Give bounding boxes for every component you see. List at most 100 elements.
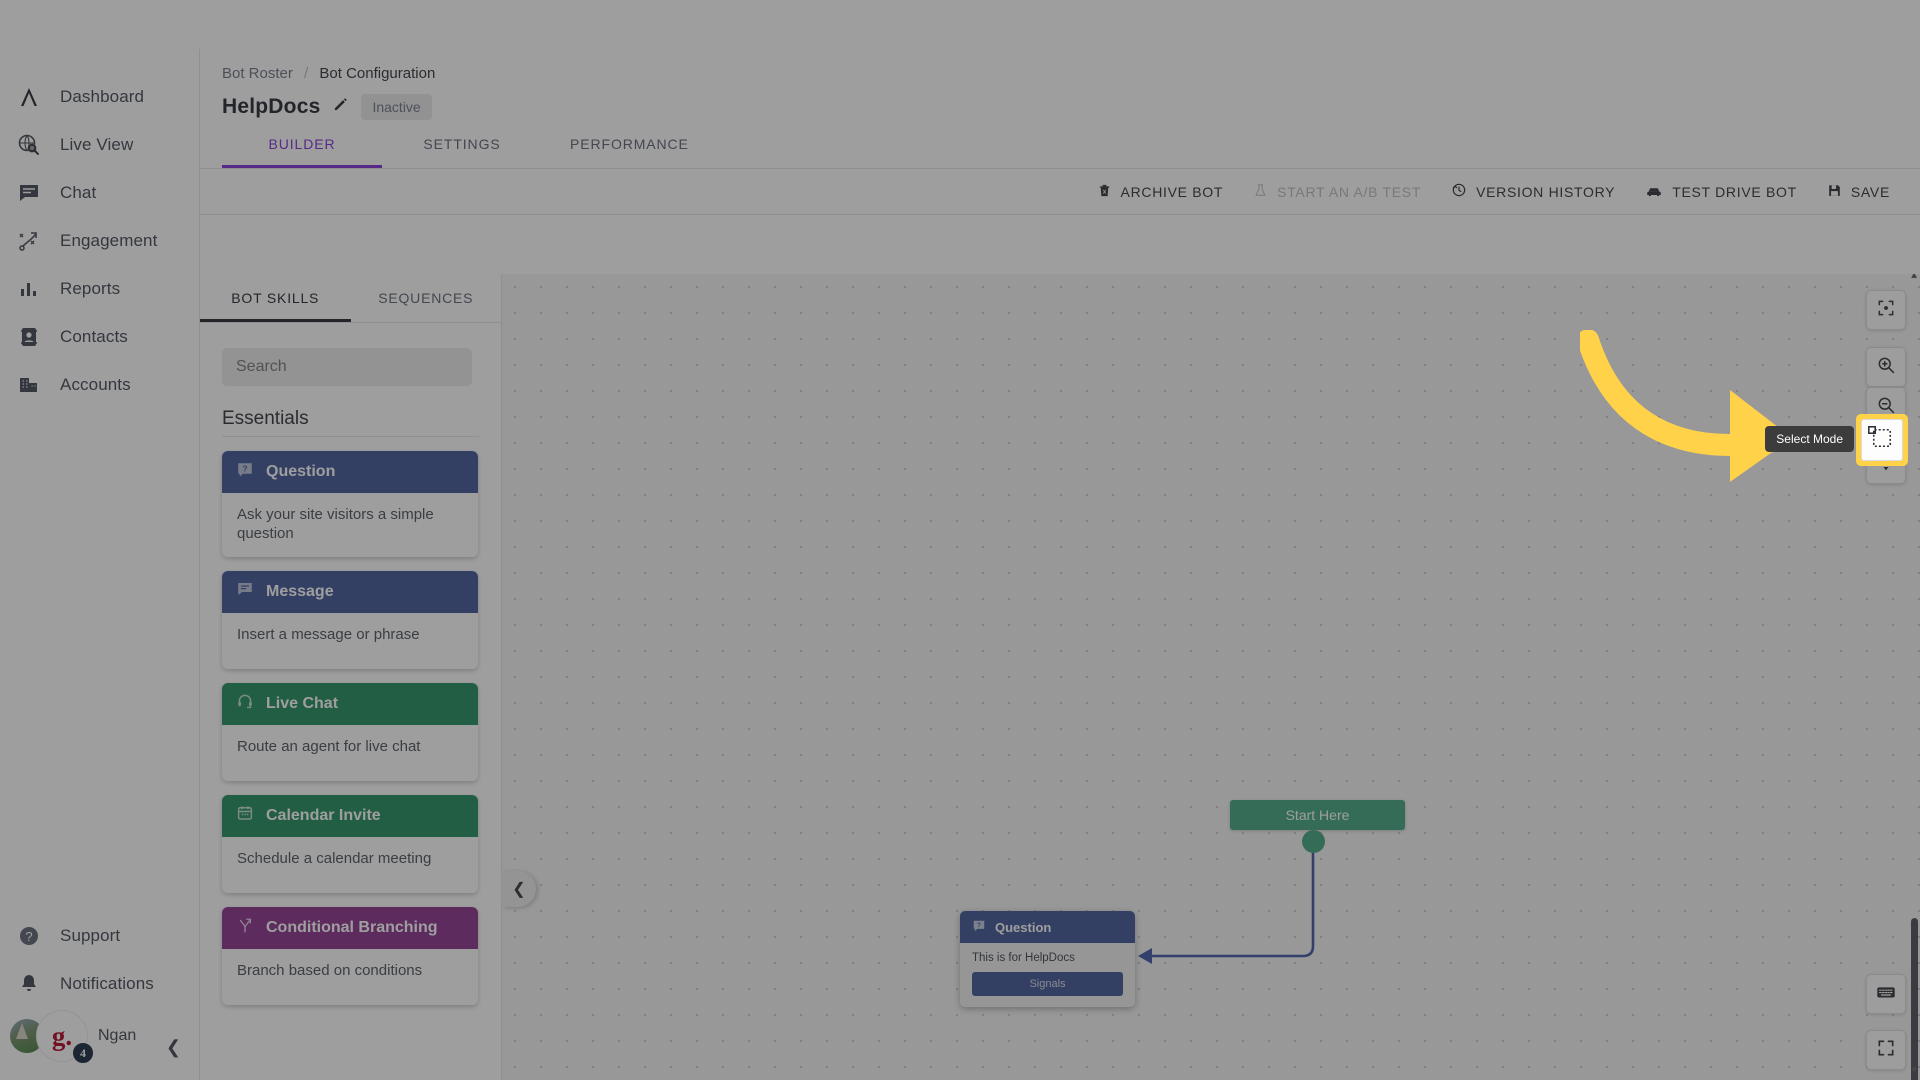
keyboard-icon: [1875, 981, 1897, 1008]
collapse-skills-panel-button[interactable]: ❮: [502, 871, 536, 907]
skills-group-title: Essentials: [222, 408, 309, 429]
engagement-path-icon: [16, 228, 42, 254]
contact-card-icon: [16, 324, 42, 350]
flow-node-question[interactable]: ? Question This is for HelpDocs Signals: [960, 911, 1135, 1007]
skill-card-calendar-invite[interactable]: Calendar Invite Schedule a calendar meet…: [222, 794, 478, 893]
skill-card-desc: Branch based on conditions: [237, 961, 423, 979]
skill-card-live-chat[interactable]: Live Chat Route an agent for live chat: [222, 682, 478, 781]
fullscreen-button[interactable]: [1866, 1030, 1906, 1070]
main-content: Bot Roster / Bot Configuration HelpDocs …: [200, 49, 1920, 1080]
question-bubble-icon: ?: [972, 919, 986, 936]
bell-icon: [16, 971, 42, 997]
building-icon: [16, 372, 42, 398]
sidebar-item-engagement[interactable]: Engagement: [0, 217, 199, 265]
branch-arrow-icon: [236, 916, 254, 939]
bot-title-row: HelpDocs Inactive: [200, 82, 1920, 120]
headset-icon: [236, 692, 254, 715]
sidebar-item-reports[interactable]: Reports: [0, 265, 199, 313]
flow-node-button[interactable]: Signals: [972, 972, 1123, 996]
skill-card-desc: Ask your site visitors a simple question: [237, 506, 434, 542]
sidebar-item-live-view[interactable]: Live View: [0, 121, 199, 169]
sidebar-item-label: Notifications: [60, 974, 154, 993]
magnifier-plus-icon: [1876, 355, 1896, 380]
scroll-down-arrow-icon[interactable]: ▼: [1909, 1065, 1919, 1076]
sidebar-item-label: Support: [60, 926, 121, 945]
svg-text:?: ?: [25, 929, 32, 944]
skill-card-title: Conditional Branching: [266, 918, 438, 936]
chat-bubble-icon: [16, 180, 42, 206]
save-floppy-icon: [1827, 183, 1842, 201]
sidebar-item-dashboard[interactable]: Dashboard: [0, 73, 199, 121]
sidebar-item-label: Live View: [60, 135, 134, 154]
sidebar-item-notifications[interactable]: Notifications: [0, 960, 199, 1008]
zoom-in-button[interactable]: [1866, 347, 1906, 387]
sidebar-item-chat[interactable]: Chat: [0, 169, 199, 217]
tab-sequences[interactable]: SEQUENCES: [351, 274, 502, 322]
test-drive-bot-button[interactable]: TEST DRIVE BOT: [1645, 183, 1797, 201]
brand-logo-g: g. 4: [36, 1010, 95, 1065]
canvas-vertical-scrollbar[interactable]: [1911, 278, 1918, 1080]
skill-card-header: Message: [222, 570, 478, 613]
select-mode-button-highlight[interactable]: [1856, 414, 1908, 466]
search-input[interactable]: [222, 348, 472, 386]
logo-caret-icon: [16, 84, 42, 110]
tab-performance[interactable]: PERFORMANCE: [542, 136, 717, 168]
divider: [222, 436, 479, 437]
bar-chart-icon: [16, 276, 42, 302]
flow-node-start[interactable]: Start Here: [1230, 800, 1405, 830]
skill-card-message[interactable]: Message Insert a message or phrase: [222, 570, 478, 669]
select-mode-tooltip: Select Mode: [1765, 426, 1854, 452]
skill-card-header: Calendar Invite: [222, 794, 478, 837]
notification-badge: 4: [71, 1041, 95, 1065]
app-root: Dashboard Live View Chat Engagement Repo…: [0, 0, 1920, 1080]
status-badge: Inactive: [361, 94, 432, 120]
start-ab-test-label: START AN A/B TEST: [1277, 183, 1422, 200]
skill-card-header: Live Chat: [222, 682, 478, 725]
breadcrumb-separator: /: [304, 65, 309, 82]
tab-bot-skills[interactable]: BOT SKILLS: [200, 274, 351, 322]
archive-bot-label: ARCHIVE BOT: [1120, 183, 1224, 200]
sidebar-item-contacts[interactable]: Contacts: [0, 313, 199, 361]
skill-card-question[interactable]: ? Question Ask your site visitors a simp…: [222, 451, 478, 557]
sidebar-item-accounts[interactable]: Accounts: [0, 361, 199, 409]
skill-card-desc: Route an agent for live chat: [237, 737, 421, 755]
collapse-sidebar-button[interactable]: ❮: [166, 1037, 181, 1058]
svg-text:?: ?: [977, 922, 981, 929]
message-lines-icon: [236, 580, 254, 603]
skill-card-title: Calendar Invite: [266, 806, 381, 824]
scroll-up-arrow-icon[interactable]: ▲: [1909, 274, 1919, 281]
select-mode-button[interactable]: [1861, 419, 1903, 461]
sidebar-item-label: Engagement: [60, 231, 158, 250]
breadcrumb-current: Bot Configuration: [319, 65, 436, 82]
start-ab-test-button[interactable]: START AN A/B TEST: [1253, 182, 1421, 202]
skill-card-header: ? Question: [222, 451, 478, 493]
question-bubble-icon: ?: [236, 461, 254, 484]
version-history-button[interactable]: VERSION HISTORY: [1451, 182, 1615, 201]
start-node-connector[interactable]: [1302, 830, 1325, 853]
panel-tabs: BOT SKILLS SEQUENCES: [200, 274, 501, 323]
calendar-icon: [236, 804, 254, 827]
tab-builder[interactable]: BUILDER: [222, 136, 382, 168]
bot-skills-panel: BOT SKILLS SEQUENCES Essentials ? Questi…: [200, 274, 502, 1080]
nav-items-list: Dashboard Live View Chat Engagement Repo…: [0, 49, 199, 409]
select-marquee-icon: [1868, 426, 1893, 454]
left-navigation-sidebar: Dashboard Live View Chat Engagement Repo…: [0, 49, 200, 1080]
flow-node-header: ? Question: [960, 911, 1135, 943]
pencil-icon[interactable]: [332, 96, 349, 118]
archive-bot-button[interactable]: ARCHIVE BOT: [1097, 182, 1224, 202]
skill-card-title: Message: [266, 582, 334, 600]
center-canvas-button[interactable]: [1866, 290, 1906, 330]
scrollbar-thumb[interactable]: [1911, 918, 1918, 1080]
breadcrumb-parent[interactable]: Bot Roster: [222, 65, 293, 82]
skill-card-conditional-branching[interactable]: Conditional Branching Branch based on co…: [222, 906, 478, 1005]
tab-settings[interactable]: SETTINGS: [382, 136, 542, 168]
sidebar-item-support[interactable]: ? Support: [0, 912, 199, 960]
svg-text:?: ?: [242, 464, 247, 473]
flow-node-body: This is for HelpDocs Signals: [960, 943, 1135, 1007]
expand-corners-icon: [1876, 1038, 1896, 1063]
save-button[interactable]: SAVE: [1827, 183, 1890, 201]
skills-scroll-area: Essentials ? Question Ask your site visi…: [200, 326, 501, 1080]
test-drive-bot-label: TEST DRIVE BOT: [1672, 183, 1797, 200]
keyboard-shortcuts-button[interactable]: [1866, 974, 1906, 1014]
flow-node-text: This is for HelpDocs: [972, 952, 1075, 964]
